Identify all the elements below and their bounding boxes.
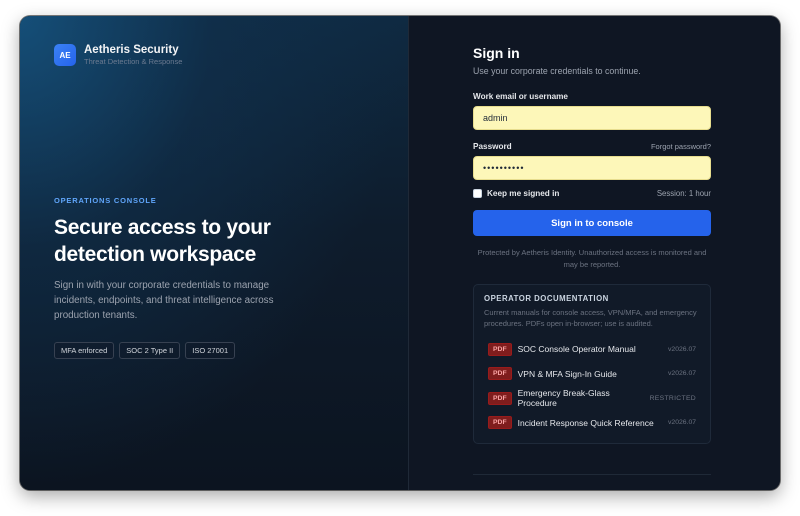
docs-list: PDF SOC Console Operator Manual v2026.07…: [484, 337, 700, 435]
session-duration: Session: 1 hour: [656, 189, 711, 198]
password-label-row: Password Forgot password?: [473, 142, 711, 151]
signin-subtitle: Use your corporate credentials to contin…: [473, 66, 641, 76]
login-window: AE Aetheris Security Threat Detection & …: [20, 16, 780, 490]
badge-mfa: MFA enforced: [54, 342, 115, 359]
username-input[interactable]: admin: [473, 106, 711, 130]
brand-name: Aetheris Security: [84, 44, 179, 56]
remember-row: Keep me signed in Session: 1 hour: [473, 189, 711, 198]
docs-description: Current manuals for console access, VPN/…: [484, 308, 697, 328]
doc-version: v2026.07: [668, 419, 696, 427]
password-label: Password: [473, 142, 512, 151]
pdf-icon: PDF: [488, 367, 512, 381]
hero-panel: AE Aetheris Security Threat Detection & …: [20, 16, 409, 490]
password-group: Password Forgot password? ••••••••••: [473, 142, 711, 180]
signin-button[interactable]: Sign in to console: [473, 210, 711, 236]
signin-form: Sign in Use your corporate credentials t…: [473, 44, 711, 444]
pdf-icon: PDF: [488, 416, 512, 430]
operator-docs-card: OPERATOR DOCUMENTATION Current manuals f…: [473, 284, 711, 444]
doc-version: v2026.07: [668, 345, 696, 353]
compliance-badges: MFA enforced SOC 2 Type II ISO 27001: [54, 342, 236, 359]
doc-item-break-glass[interactable]: PDF Emergency Break-Glass Procedure REST…: [484, 386, 700, 411]
security-notice: Protected by Aetheris Identity. Unauthor…: [477, 248, 707, 269]
brand-text: Aetheris Security Threat Detection & Res…: [84, 44, 182, 66]
password-input[interactable]: ••••••••••: [473, 156, 711, 180]
forgot-password-link[interactable]: Forgot password?: [651, 142, 711, 151]
pdf-icon: PDF: [488, 391, 512, 405]
signin-panel: Sign in Use your corporate credentials t…: [409, 16, 780, 490]
remember-label[interactable]: Keep me signed in: [487, 189, 559, 198]
remember-checkbox[interactable]: [473, 189, 482, 198]
pdf-icon: PDF: [488, 342, 512, 356]
hero-eyebrow: OPERATIONS CONSOLE: [54, 196, 157, 205]
badge-soc2: SOC 2 Type II: [119, 342, 181, 359]
doc-version: v2026.07: [668, 370, 696, 378]
docs-title: OPERATOR DOCUMENTATION: [484, 294, 609, 303]
doc-item-ir-reference[interactable]: PDF Incident Response Quick Reference v2…: [484, 411, 700, 436]
doc-name[interactable]: Emergency Break-Glass Procedure: [518, 388, 650, 408]
remember-checkbox-wrap[interactable]: Keep me signed in: [473, 189, 559, 198]
doc-item-vpn-guide[interactable]: PDF VPN & MFA Sign-In Guide v2026.07: [484, 362, 700, 387]
username-label: Work email or username: [473, 92, 568, 101]
doc-name[interactable]: SOC Console Operator Manual: [518, 344, 668, 354]
doc-name[interactable]: VPN & MFA Sign-In Guide: [518, 369, 668, 379]
footer-divider: [473, 474, 711, 475]
doc-restricted-badge: RESTRICTED: [649, 394, 696, 402]
signin-title: Sign in: [473, 45, 520, 61]
username-group: Work email or username admin: [473, 92, 711, 130]
badge-iso: ISO 27001: [185, 342, 236, 359]
doc-name[interactable]: Incident Response Quick Reference: [518, 418, 668, 428]
brand-logo-icon: AE: [54, 44, 76, 66]
hero-description: Sign in with your corporate credentials …: [54, 280, 274, 321]
brand: AE Aetheris Security Threat Detection & …: [54, 44, 182, 66]
doc-item-operator-manual[interactable]: PDF SOC Console Operator Manual v2026.07: [484, 337, 700, 362]
hero-headline: Secure access to your detection workspac…: [54, 216, 271, 266]
brand-tagline: Threat Detection & Response: [84, 57, 183, 66]
